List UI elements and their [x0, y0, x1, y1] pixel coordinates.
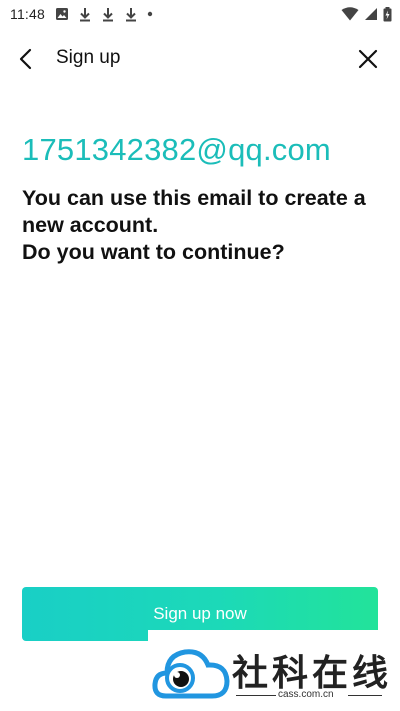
- wifi-icon: [341, 7, 359, 21]
- close-icon: [358, 49, 378, 69]
- close-button[interactable]: [356, 47, 380, 71]
- watermark-subtitle: cass.com.cn: [278, 689, 334, 700]
- divider: [348, 695, 382, 696]
- download-icon: [101, 7, 115, 22]
- image-icon: [55, 7, 69, 21]
- status-bar: 11:48: [0, 0, 400, 28]
- status-time: 11:48: [10, 6, 45, 22]
- signal-icon: [364, 7, 378, 21]
- message-line: new account.: [22, 213, 159, 237]
- message-line: You can use this email to create a: [22, 186, 366, 210]
- download-icon: [78, 7, 92, 22]
- page-title: Sign up: [56, 47, 121, 68]
- watermark: 社科在线 cass.com.cn: [148, 630, 400, 711]
- email-address: 1751342382@qq.com: [22, 132, 331, 167]
- back-button[interactable]: [14, 46, 40, 72]
- divider: [236, 695, 276, 696]
- notification-icons: [55, 7, 153, 22]
- battery-icon: [383, 6, 392, 22]
- cloud-eye-logo: [152, 640, 232, 706]
- download-icon: [124, 7, 138, 22]
- chevron-left-icon: [19, 48, 32, 70]
- app-header: Sign up: [0, 36, 400, 82]
- dot-icon: [147, 11, 153, 17]
- message-line: Do you want to continue?: [22, 240, 285, 264]
- system-icons: [341, 6, 392, 22]
- confirmation-message: You can use this email to create a new a…: [22, 185, 384, 266]
